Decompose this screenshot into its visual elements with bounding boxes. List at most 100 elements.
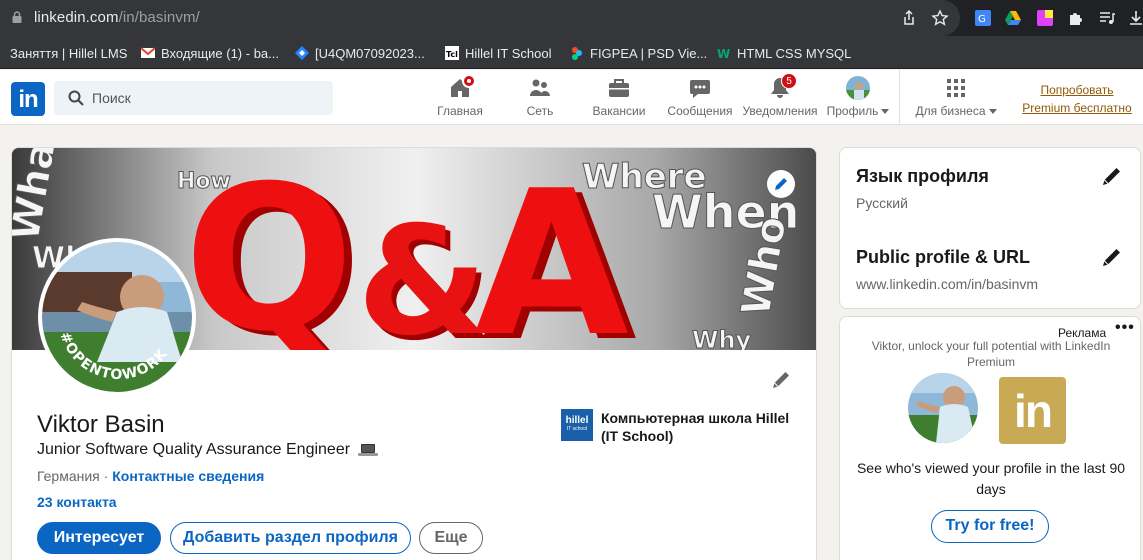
try-for-free-button[interactable]: Try for free! [931,510,1049,543]
school-logo-sub: IT school [566,426,588,432]
svg-text:&: & [357,195,488,350]
jira-icon [295,46,309,60]
notifications-badge: 5 [781,73,797,89]
profile-card: What When How When Where Who Why Q Q & &… [11,147,817,560]
chevron-down-icon [988,109,997,115]
media-playlist-icon[interactable] [1098,9,1116,27]
bookmark-hillel-school[interactable]: Tcl Hillel IT School [445,44,551,62]
edit-banner-button[interactable] [767,170,795,198]
bookmark-label: [U4QM07092023... [315,45,425,61]
download-icon[interactable] [1127,9,1143,27]
bookmark-label: FIGPEA | PSD Vie... [590,45,708,61]
nav-business-label: Для бизнеса [915,104,986,118]
school-name: Компьютерная школа Hillel (IT School) [601,410,790,444]
color-extension-icon[interactable] [1036,9,1054,27]
nav-divider [899,70,900,125]
nav-home-label: Главная [437,104,483,118]
url-path: /in/basinvm/ [118,9,200,26]
bookmark-hillel-lms[interactable]: Заняття | Hillel LMS [10,44,127,62]
bookmarks-bar: Заняття | Hillel LMS Входящие (1) - ba..… [0,36,1143,69]
translate-extension-icon[interactable]: G [974,9,992,27]
nav-jobs[interactable]: Вакансии [588,76,650,122]
briefcase-icon [607,76,631,100]
school-logo-text: hillel [565,415,589,426]
messaging-icon [688,76,712,100]
education-entry[interactable]: hillel IT school Компьютерная школа Hill… [561,409,801,445]
connections-link[interactable]: 23 контакта [37,494,117,510]
ad-user-avatar [908,373,978,443]
nav-profile-label: Профиль [826,104,879,118]
ad-text: Viktor, unlock your full potential with … [871,339,1111,369]
ad-cta-text: See who's viewed your profile in the las… [856,460,1126,497]
ad-more-menu-icon[interactable]: ••• [1115,319,1135,337]
svg-text:W: W [717,47,730,60]
nav-notifications-label: Уведомления [742,104,818,118]
profile-location-line: Германия · Контактные сведения [37,468,264,484]
hillel-icon: Tcl [445,46,459,60]
nav-profile[interactable]: Профиль [824,76,892,122]
nav-network[interactable]: Сеть [518,76,562,122]
bookmark-html-css[interactable]: W HTML CSS MYSQL [717,44,851,62]
ad-avatar-image [908,373,978,443]
nav-messaging[interactable]: Сообщения [663,76,737,122]
pencil-icon [775,178,787,190]
public-profile-title: Public profile & URL [856,247,1031,267]
nav-network-label: Сеть [526,104,554,118]
bookmark-figpea[interactable]: FIGPEA | PSD Vie... [570,44,707,62]
svg-text:A: A [474,148,629,350]
nav-business-label-wrap: Для бизнеса [910,104,1002,118]
home-icon [448,74,476,100]
profile-photo-image: #OPENTOWORK [42,242,192,392]
nav-notifications[interactable]: 5 Уведомления [739,73,821,122]
more-button[interactable]: Еще [419,522,483,554]
premium-ad-card: Реклама ••• Viktor, unlock your full pot… [839,316,1141,560]
bell-icon: 5 [768,73,797,100]
nav-messaging-label: Сообщения [667,104,733,118]
home-notification-dot [462,74,476,88]
browser-toolbar: linkedin.com/in/basinvm/ G [0,0,1143,36]
nav-profile-label-wrap: Профиль [824,104,892,118]
profile-location: Германия [37,468,100,484]
separator: · [103,468,109,484]
school-logo: hillel IT school [561,409,593,441]
gmail-icon [141,47,155,58]
add-profile-section-button[interactable]: Добавить раздел профиля [170,522,411,554]
profile-language-title: Язык профиля [856,166,989,186]
profile-headline: Junior Software Quality Assurance Engine… [37,441,379,459]
edit-language-pencil-icon[interactable] [1100,164,1124,188]
profile-name: Viktor Basin [37,411,165,438]
nav-for-business[interactable]: Для бизнеса [910,76,1002,122]
linkedin-logo[interactable]: in [11,82,45,116]
search-icon [68,90,84,106]
bookmark-jira[interactable]: [U4QM07092023... [295,44,425,62]
bookmark-label: HTML CSS MYSQL [737,45,852,61]
bookmark-gmail[interactable]: Входящие (1) - ba... [141,44,279,62]
profile-photo[interactable]: #OPENTOWORK [38,238,196,396]
open-to-button[interactable]: Интересует [37,522,161,554]
address-bar[interactable]: linkedin.com/in/basinvm/ [0,0,960,36]
edit-public-url-pencil-icon[interactable] [1100,245,1124,269]
edit-intro-button[interactable] [767,366,795,394]
grid-icon [944,76,968,100]
svg-text:Tcl: Tcl [446,50,458,59]
profile-avatar-icon [846,76,870,100]
bookmark-label: Hillel IT School [465,45,552,61]
share-icon[interactable] [900,9,918,27]
headline-text: Junior Software Quality Assurance Engine… [37,441,351,458]
premium-line2: Premium бесплатно [1022,101,1132,115]
extensions-puzzle-icon[interactable] [1067,9,1085,27]
drive-extension-icon[interactable] [1004,9,1022,27]
bookmark-star-icon[interactable] [931,9,949,27]
lock-icon [12,11,22,23]
laptop-emoji-icon [358,444,379,456]
bookmark-label: Заняття | Hillel LMS [10,45,128,61]
search-input[interactable] [92,81,322,115]
nav-home[interactable]: Главная [432,74,488,122]
chevron-down-icon [881,109,890,115]
try-premium-link[interactable]: Попробовать Premium бесплатно [1014,81,1140,117]
contact-info-link[interactable]: Контактные сведения [112,468,264,484]
linkedin-header: in Главная Сеть Вакансии Сообщения 5 Уве… [0,70,1143,125]
search-box[interactable] [54,81,333,115]
network-icon [528,76,552,100]
url-host: linkedin.com [34,9,119,26]
